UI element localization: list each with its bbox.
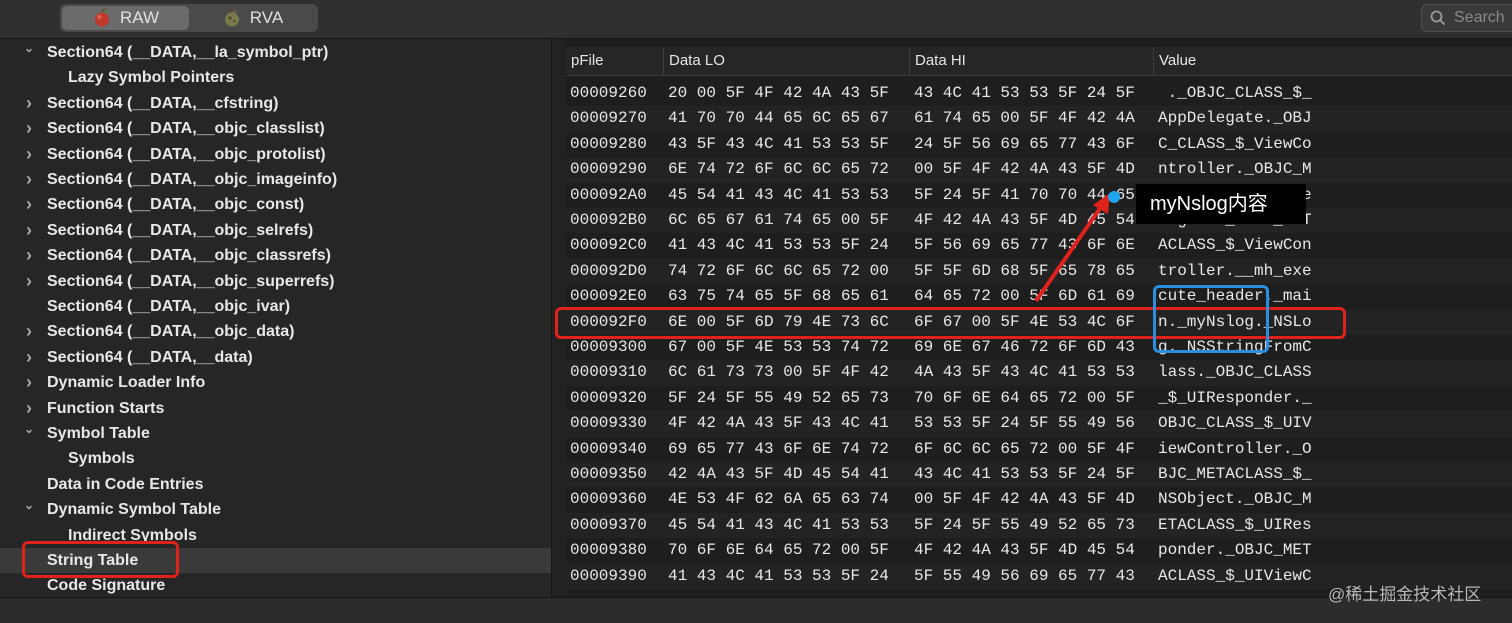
annotation-arrow-icon — [1034, 193, 1110, 303]
annotation-dot — [1108, 191, 1120, 203]
status-bar — [0, 597, 1512, 623]
watermark: @稀土掘金技术社区 — [1328, 585, 1482, 604]
annotation-callout: myNslog内容 — [1136, 184, 1306, 224]
